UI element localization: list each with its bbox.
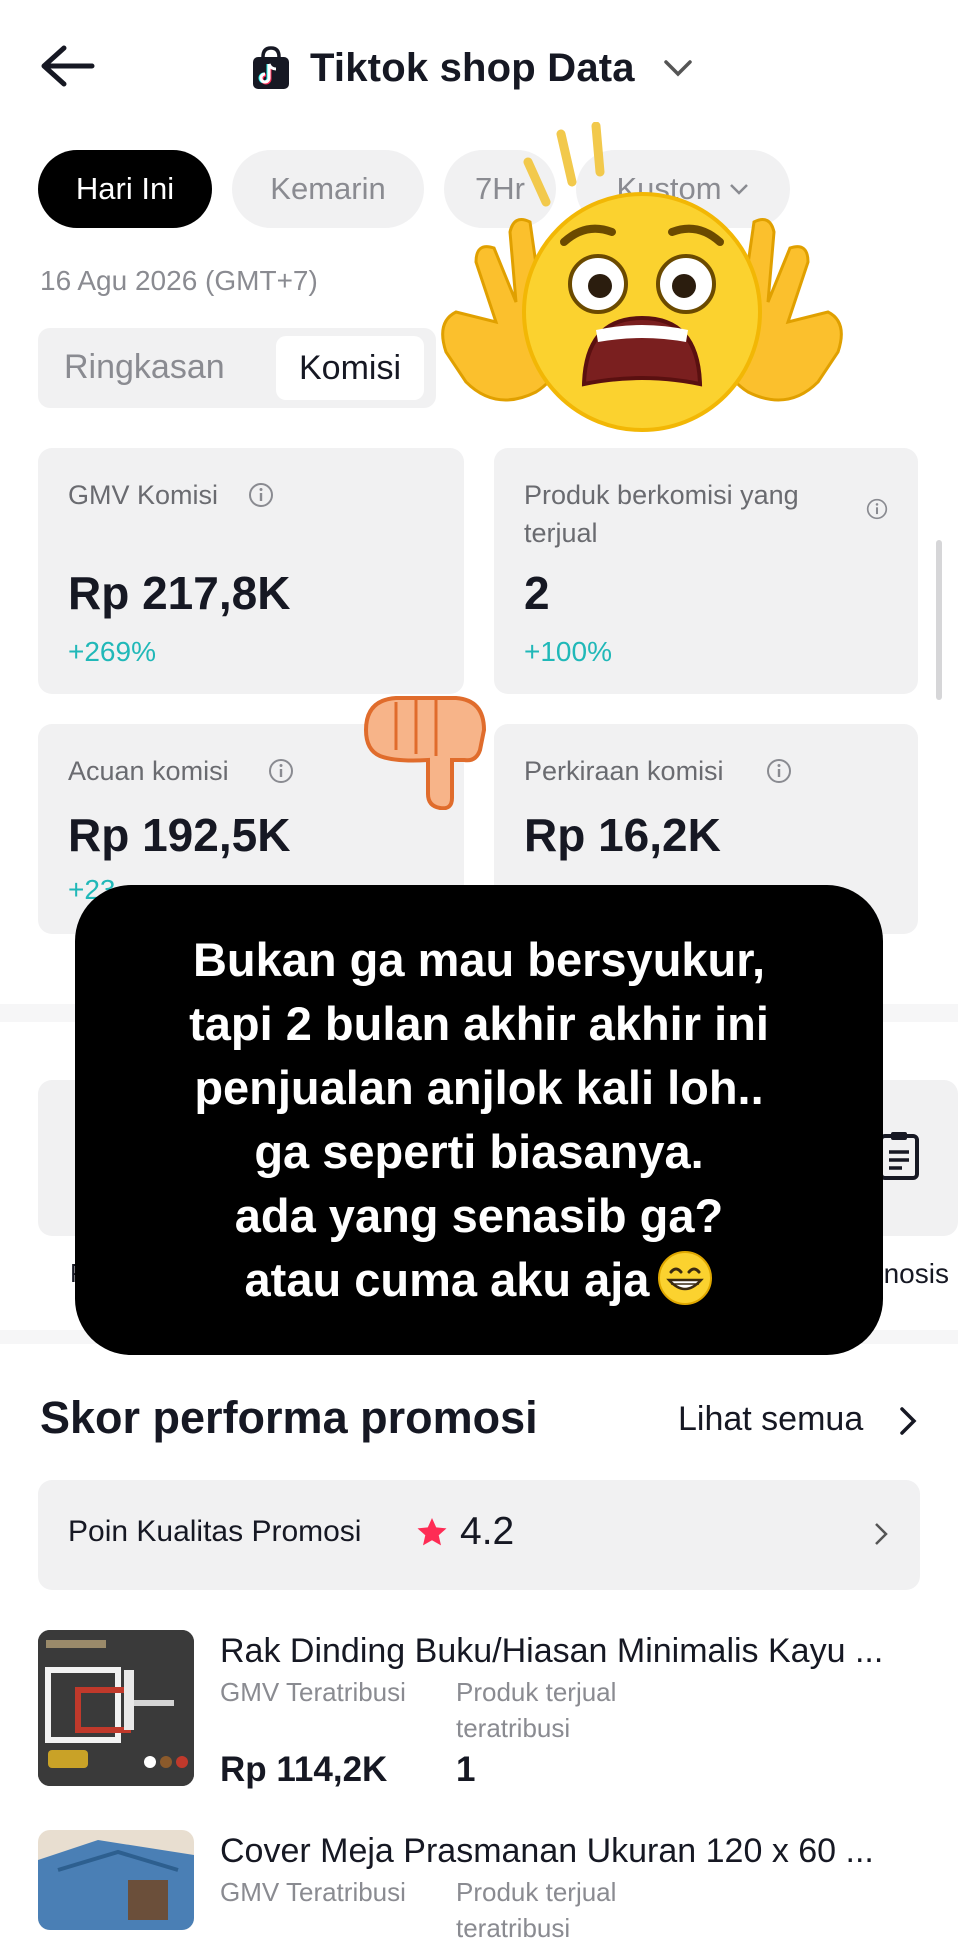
gmv-label: GMV Teratribusi: [220, 1677, 406, 1707]
chevron-down-icon: [664, 60, 692, 77]
tab-label: Kemarin: [270, 171, 386, 206]
metric-label: Perkiraan komisi: [524, 756, 724, 786]
product-name[interactable]: Rak Dinding Buku/Hiasan Minimalis Kayu .…: [220, 1632, 883, 1671]
tab-hari-ini[interactable]: Hari Ini: [38, 150, 212, 228]
tab-ringkasan[interactable]: Ringkasan: [64, 348, 225, 387]
metric-value: Rp 217,8K: [68, 567, 291, 619]
metric-label: Acuan komisi: [68, 756, 229, 786]
product-thumbnail[interactable]: [38, 1630, 194, 1786]
page-title: Tiktok shop Data: [310, 45, 635, 90]
product-thumbnail[interactable]: [38, 1830, 194, 1930]
chevron-right-icon: [875, 1523, 888, 1545]
sold-value: 1: [456, 1750, 476, 1789]
chevron-right-icon[interactable]: [898, 1406, 918, 1436]
sold-label: Produk terjual teratribusi: [456, 1677, 617, 1743]
metric-label: Produk berkomisi yang terjual: [524, 480, 799, 548]
tab-kemarin[interactable]: Kemarin: [232, 150, 424, 228]
product-name[interactable]: Cover Meja Prasmanan Ukuran 120 x 60 ...: [220, 1832, 874, 1871]
clipboard-icon: [879, 1132, 919, 1180]
metric-value: 2: [524, 567, 550, 619]
see-all-link[interactable]: Lihat semua: [678, 1400, 863, 1439]
section-title: Skor performa promosi: [40, 1392, 538, 1443]
gmv-label: GMV Teratribusi: [220, 1877, 406, 1907]
star-icon: [417, 1518, 447, 1546]
quality-score: 4.2: [460, 1510, 515, 1553]
grinning-face-emoji: [658, 1251, 713, 1305]
shelf-image: [38, 1630, 194, 1786]
quality-label: Poin Kualitas Promosi: [68, 1515, 362, 1548]
tab-label: Komisi: [298, 348, 402, 387]
info-icon[interactable]: [766, 758, 792, 784]
metric-label: GMV Komisi: [68, 480, 219, 510]
sold-label: Produk terjual teratribusi: [456, 1877, 617, 1943]
metric-value: Rp 16,2K: [524, 809, 721, 861]
date-range-text: 16 Agu 2026 (GMT+7): [40, 265, 318, 296]
info-icon[interactable]: [866, 498, 888, 520]
pointing-hand-emoji: [363, 696, 487, 810]
gmv-value: Rp 114,2K: [220, 1750, 388, 1789]
metric-value: Rp 192,5K: [68, 809, 291, 861]
info-icon[interactable]: [268, 758, 294, 784]
metric-card-produk-terjual[interactable]: Produk berkomisi yang terjual 2 +100%: [494, 448, 918, 694]
back-arrow-icon[interactable]: [40, 44, 96, 88]
table-cover-image: [38, 1830, 194, 1930]
tab-label: Hari Ini: [75, 171, 175, 206]
scrollbar[interactable]: [936, 540, 942, 700]
caption-overlay: Bukan ga mau bersyukur, tapi 2 bulan akh…: [75, 885, 883, 1355]
caption-text: Bukan ga mau bersyukur, tapi 2 bulan akh…: [189, 928, 769, 1312]
scared-face-emoji: [441, 122, 843, 432]
shop-bag-icon: [253, 46, 289, 89]
tab-komisi[interactable]: Komisi: [276, 336, 424, 400]
metric-change: +269%: [68, 636, 156, 667]
metric-card-gmv-komisi[interactable]: GMV Komisi Rp 217,8K +269%: [38, 448, 464, 694]
info-icon[interactable]: [248, 482, 274, 508]
title-dropdown[interactable]: Tiktok shop Data: [250, 40, 693, 96]
metric-change: +100%: [524, 636, 612, 667]
